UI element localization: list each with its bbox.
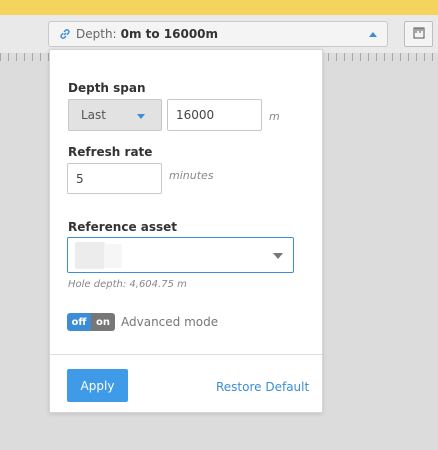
depth-span-input[interactable] [167,99,262,131]
toggle-off-option: off [67,313,91,331]
chevron-down-icon [137,114,145,119]
depth-value: 0m to 16000m [120,27,219,41]
panel-divider [50,354,322,355]
reference-asset-label: Reference asset [68,220,178,234]
depth-label: Depth: [76,27,117,41]
refresh-rate-unit: minutes [169,169,214,182]
depth-span-label: Depth span [68,81,146,95]
hole-depth-hint: Hole depth: 4,604.75 m [68,279,187,290]
asset-thumbnail-shadow [104,244,122,268]
refresh-rate-label: Refresh rate [68,145,153,159]
restore-default-link[interactable]: Restore Default [216,380,309,394]
ruler-toggle-button[interactable] [404,21,433,47]
depth-settings-panel: Depth span Last m Refresh rate minutes R… [49,49,323,413]
depth-span-mode-value: Last [81,108,106,122]
depth-span-unit: m [269,110,280,123]
chevron-up-icon [369,32,377,37]
refresh-rate-input[interactable] [67,163,162,194]
apply-button[interactable]: Apply [67,369,128,402]
asset-thumbnail [75,242,105,269]
chevron-down-icon [273,253,283,259]
advanced-mode-toggle[interactable]: off on [67,313,115,331]
depth-range-button[interactable]: Depth: 0m to 16000m [48,21,388,47]
advanced-mode-label: Advanced mode [121,315,219,329]
depth-span-mode-select[interactable]: Last [68,99,162,131]
top-strip [0,0,438,15]
link-icon [58,27,72,41]
ruler-icon [412,25,426,44]
toggle-on-option: on [91,313,115,331]
reference-asset-select[interactable] [67,237,294,273]
